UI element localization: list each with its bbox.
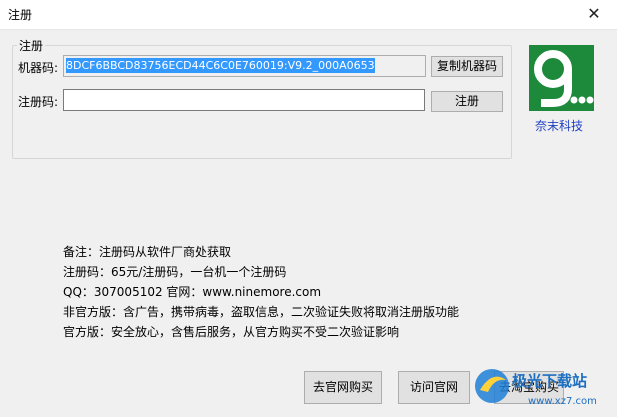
watermark: 极光下载站 www.xz7.com bbox=[468, 362, 614, 414]
note-line: 官方版：安全放心，含售后服务，从官方购买不受二次验证影响 bbox=[63, 325, 400, 339]
register-button[interactable]: 注册 bbox=[431, 91, 503, 112]
logo-nine-icon bbox=[529, 45, 594, 111]
machine-code-value: 8DCF6BBCD83756ECD44C6C0E760019:V9.2_000A… bbox=[66, 58, 375, 73]
note-line: QQ：307005102 官网：www.ninemore.com bbox=[63, 285, 322, 299]
note-line: 注册码：65元/注册码，一台机一个注册码 bbox=[63, 265, 287, 279]
group-title: 注册 bbox=[17, 37, 46, 54]
brand-logo bbox=[529, 45, 594, 111]
machine-code-label: 机器码: bbox=[18, 61, 59, 75]
reg-code-input[interactable] bbox=[63, 89, 425, 111]
visit-site-button[interactable]: 访问官网 bbox=[398, 371, 470, 404]
reg-code-label: 注册码: bbox=[18, 95, 59, 109]
copy-machine-code-button[interactable]: 复制机器码 bbox=[431, 56, 503, 77]
note-line: 非官方版：含广告，携带病毒，盗取信息，二次验证失败将取消注册版功能 bbox=[63, 305, 460, 319]
watermark-url: www.xz7.com bbox=[528, 396, 597, 407]
watermark-text: 极光下载站 bbox=[512, 372, 587, 390]
title-bar: 注册 ✕ bbox=[0, 0, 617, 30]
close-icon[interactable]: ✕ bbox=[571, 0, 617, 29]
buy-official-button[interactable]: 去官网购买 bbox=[304, 371, 382, 404]
machine-code-field[interactable]: 8DCF6BBCD83756ECD44C6C0E760019:V9.2_000A… bbox=[63, 55, 426, 77]
watermark-logo-icon: 极光下载站 www.xz7.com bbox=[475, 369, 597, 407]
window-title: 注册 bbox=[8, 8, 33, 22]
brand-name[interactable]: 奈末科技 bbox=[535, 117, 583, 134]
note-line: 备注：注册码从软件厂商处获取 bbox=[63, 245, 232, 259]
